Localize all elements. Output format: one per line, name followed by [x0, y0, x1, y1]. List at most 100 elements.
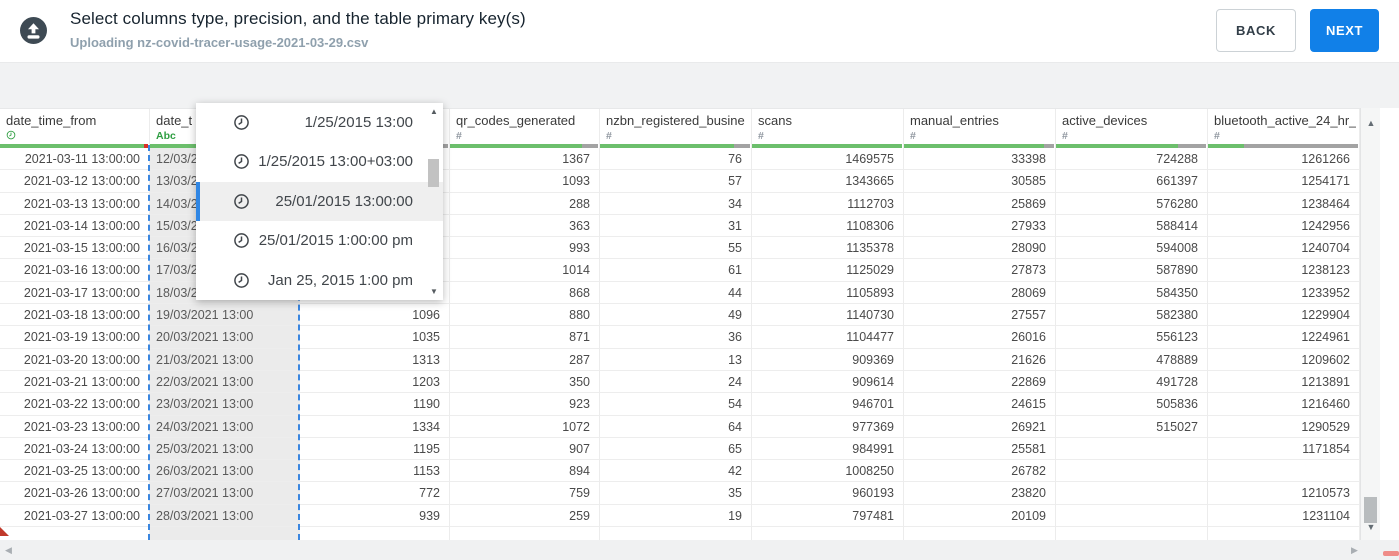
table-cell: 977369	[752, 416, 903, 438]
horizontal-scroll-thumb[interactable]	[1383, 551, 1399, 556]
table-column: nzbn_registered_busine #76 57 34 31 55 61 44 49 3…	[600, 109, 752, 540]
table-cell: 1238123	[1208, 259, 1359, 282]
column-header[interactable]: qr_codes_generated	[456, 113, 575, 128]
column-header[interactable]: manual_entries	[910, 113, 999, 128]
table-cell	[0, 527, 149, 540]
menu-scroll-thumb[interactable]	[428, 159, 439, 187]
date-format-option[interactable]: 1/25/2015 13:00	[196, 103, 443, 142]
table-cell: 491728	[1056, 371, 1207, 394]
selected-column-left-boundary	[148, 145, 150, 540]
table-cell: 25581	[904, 438, 1055, 461]
table-cell	[1056, 505, 1207, 528]
table-cell: 594008	[1056, 237, 1207, 260]
table-cell: 27/03/2021 13:00	[150, 482, 299, 505]
table-cell: 584350	[1056, 282, 1207, 305]
clock-icon	[234, 272, 249, 288]
column-header[interactable]: bluetooth_active_24_hr_	[1214, 113, 1356, 128]
column-header[interactable]: active_devices	[1062, 113, 1147, 128]
table-cell: 587890	[1056, 259, 1207, 282]
table-cell: 1035	[300, 326, 449, 349]
table-cell: 42	[600, 460, 751, 483]
table-cell: 2021-03-20 13:00:00	[0, 349, 149, 371]
menu-scrollbar: ▲ ▼	[428, 107, 440, 296]
table-cell: 2021-03-25 13:00:00	[0, 460, 149, 483]
table-cell: 287	[450, 349, 599, 371]
column-header[interactable]: nzbn_registered_busine	[606, 113, 745, 128]
table-cell: 2021-03-22 13:00:00	[0, 393, 149, 416]
table-cell: 1290529	[1208, 416, 1359, 438]
table-cell	[1056, 438, 1207, 461]
table-cell: 515027	[1056, 416, 1207, 438]
column-cells: 1367 1093 288 363 993 1014 868 880 871 287 350 923 1…	[450, 148, 599, 540]
table-cell: 30585	[904, 170, 1055, 193]
table-cell: 23820	[904, 482, 1055, 505]
back-button[interactable]: BACK	[1216, 9, 1296, 52]
vertical-scroll-thumb[interactable]	[1364, 497, 1377, 523]
date-format-option[interactable]: 25/01/2015 1:00:00 pm	[196, 221, 443, 260]
table-cell	[600, 527, 751, 540]
table-cell: 2021-03-19 13:00:00	[0, 326, 149, 349]
table-cell: 1238464	[1208, 193, 1359, 215]
date-format-option-selected[interactable]: 25/01/2015 13:00:00	[196, 181, 443, 222]
clock-icon	[233, 153, 250, 175]
clock-icon	[234, 115, 249, 130]
table-cell: 2021-03-24 13:00:00	[0, 438, 149, 461]
table-cell: 26782	[904, 460, 1055, 483]
clock-icon	[6, 130, 16, 140]
table-cell: 797481	[752, 505, 903, 528]
table-cell: 871	[450, 326, 599, 349]
table-cell: 946701	[752, 393, 903, 416]
table-cell: 960193	[752, 482, 903, 505]
table-cell: 923	[450, 393, 599, 416]
clock-icon	[233, 114, 250, 136]
table-cell: 2021-03-23 13:00:00	[0, 416, 149, 438]
table-cell: 1203	[300, 371, 449, 394]
date-format-option[interactable]: 1/25/2015 13:00+03:00	[196, 142, 443, 181]
table-cell	[904, 527, 1055, 540]
table-cell: 24/03/2021 13:00	[150, 416, 299, 438]
page-header: Select columns type, precision, and the …	[0, 0, 1399, 62]
table-cell: 25869	[904, 193, 1055, 215]
page-title: Select columns type, precision, and the …	[70, 9, 526, 28]
table-cell: 1343665	[752, 170, 903, 193]
column-type-indicator: #	[910, 130, 916, 142]
table-cell: 505836	[1056, 393, 1207, 416]
table-cell: 1125029	[752, 259, 903, 282]
column-header[interactable]: date_time_from	[6, 113, 96, 128]
table-cell: 28069	[904, 282, 1055, 305]
column-header[interactable]: scans	[758, 113, 792, 128]
table-cell: 36	[600, 326, 751, 349]
scroll-down-arrow-icon[interactable]: ▼	[1361, 522, 1381, 532]
table-cell: 1233952	[1208, 282, 1359, 305]
table-cell: 55	[600, 237, 751, 260]
table-cell: 27933	[904, 215, 1055, 238]
scroll-left-arrow-icon[interactable]: ◀	[5, 545, 12, 556]
table-cell: 27873	[904, 259, 1055, 282]
column-type-indicator: #	[1062, 130, 1068, 142]
table-cell	[150, 527, 299, 540]
table-cell: 1190	[300, 393, 449, 416]
table-cell: 35	[600, 482, 751, 505]
column-cells: 1261266 1254171 1238464 1242956 1240704 12381…	[1208, 148, 1359, 540]
menu-scroll-up-icon[interactable]: ▲	[428, 107, 440, 116]
date-format-option-label: 25/01/2015 1:00:00 pm	[258, 232, 413, 250]
scroll-up-arrow-icon[interactable]: ▲	[1361, 118, 1381, 128]
column-cells: 2021-03-11 13:00:00 2021-03-12 13:00:00 20…	[0, 148, 149, 540]
table-cell: 1140730	[752, 304, 903, 327]
menu-scroll-down-icon[interactable]: ▼	[428, 287, 440, 296]
column-cells: 724288 661397 576280 588414 594008 587890 5843…	[1056, 148, 1207, 540]
table-column: qr_codes_generated #1367 1093 288 363 993 1014…	[450, 109, 600, 540]
column-header[interactable]: date_t	[156, 113, 192, 128]
table-cell: 24	[600, 371, 751, 394]
clock-icon	[234, 233, 249, 249]
table-cell: 894	[450, 460, 599, 483]
table-cell: 1213891	[1208, 371, 1359, 394]
table-cell: 984991	[752, 438, 903, 461]
date-format-option[interactable]: Jan 25, 2015 1:00 pm	[196, 261, 443, 300]
next-button[interactable]: NEXT	[1310, 9, 1379, 52]
table-cell: 582380	[1056, 304, 1207, 327]
table-cell: 19	[600, 505, 751, 528]
table-cell: 1210573	[1208, 482, 1359, 505]
table-cell: 772	[300, 482, 449, 505]
scroll-right-arrow-icon[interactable]: ▶	[1351, 545, 1358, 556]
